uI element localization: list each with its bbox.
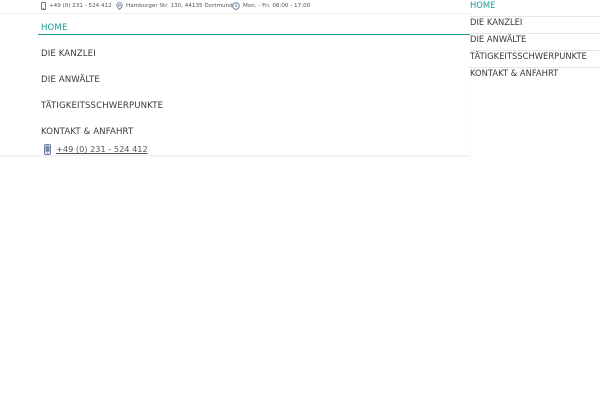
mobile-phone-icon — [44, 143, 51, 155]
side-nav-item-label: HOME — [470, 0, 496, 10]
main-navigation: HOME DIE KANZLEI DIE ANWÄLTE TÄTIGKEITSS… — [0, 14, 470, 156]
side-nav-item-label: KONTAKT & ANFAHRT — [470, 68, 559, 78]
topbar-hours-text: Mon. - Fri. 08:00 - 17:00 — [243, 2, 311, 9]
nav-item-taetigkeitsschwerpunkte[interactable]: TÄTIGKEITSSCHWERPUNKTE — [41, 101, 163, 111]
side-nav-item-die-kanzlei[interactable]: DIE KANZLEI — [470, 17, 600, 34]
active-underline — [38, 34, 470, 35]
nav-phone: +49 (0) 231 - 524 412 — [44, 143, 148, 155]
map-pin-icon — [116, 1, 123, 10]
nav-phone-link[interactable]: +49 (0) 231 - 524 412 — [56, 144, 148, 154]
side-nav-item-label: TÄTIGKEITSSCHWERPUNKTE — [470, 51, 587, 61]
mobile-phone-icon — [41, 1, 46, 10]
nav-item-home[interactable]: HOME — [41, 23, 67, 33]
side-nav-item-taetigkeitsschwerpunkte[interactable]: TÄTIGKEITSSCHWERPUNKTE — [470, 51, 600, 68]
nav-item-die-kanzlei[interactable]: DIE KANZLEI — [41, 49, 96, 59]
topbar-phone-text: +49 (0) 231 - 524 412 — [49, 2, 112, 9]
side-nav-item-home[interactable]: HOME — [470, 0, 600, 17]
topbar-address: Hamburger Str. 130, 44135 Dortmund — [116, 0, 233, 11]
topbar-hours: Mon. - Fri. 08:00 - 17:00 — [232, 0, 310, 11]
nav-item-die-anwaelte[interactable]: DIE ANWÄLTE — [41, 75, 100, 85]
side-nav-item-kontakt-anfahrt[interactable]: KONTAKT & ANFAHRT — [470, 68, 600, 85]
side-nav-item-die-anwaelte[interactable]: DIE ANWÄLTE — [470, 34, 600, 51]
clock-icon — [232, 1, 240, 10]
side-nav-item-label: DIE ANWÄLTE — [470, 34, 527, 44]
topbar-address-text: Hamburger Str. 130, 44135 Dortmund — [126, 2, 233, 9]
side-nav-item-label: DIE KANZLEI — [470, 17, 523, 27]
nav-item-kontakt-anfahrt[interactable]: KONTAKT & ANFAHRT — [41, 127, 133, 137]
side-navigation: HOME DIE KANZLEI DIE ANWÄLTE TÄTIGKEITSS… — [470, 0, 600, 84]
top-info-bar: +49 (0) 231 - 524 412 Hamburger Str. 130… — [0, 0, 470, 14]
topbar-phone[interactable]: +49 (0) 231 - 524 412 — [41, 0, 112, 11]
